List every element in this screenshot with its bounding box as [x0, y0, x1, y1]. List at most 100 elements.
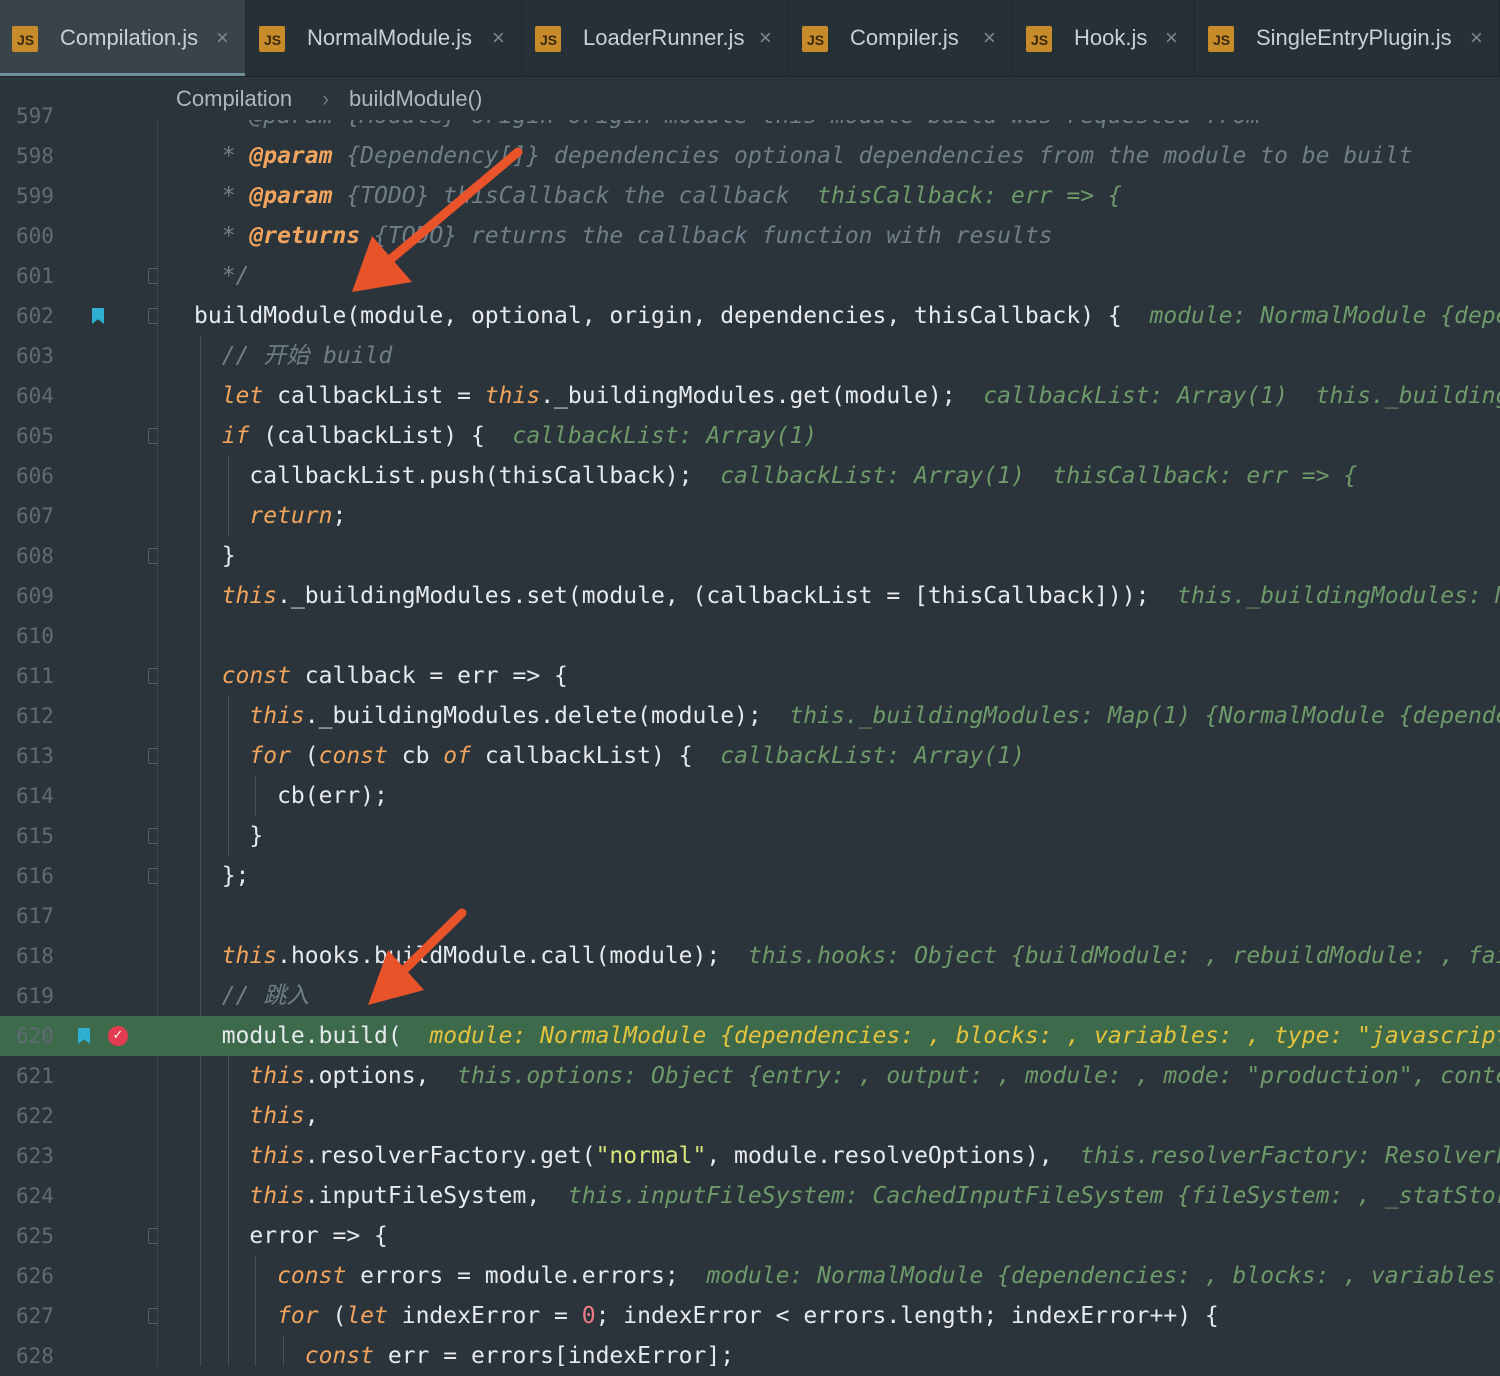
code-editor[interactable]: * @param {Module} origin origin module t… — [158, 120, 1500, 1366]
line-number[interactable]: 610 — [16, 616, 66, 656]
tab-label: Compiler.js — [850, 25, 959, 50]
line-number[interactable]: 617 — [16, 896, 66, 936]
code-token: callback = err => { — [290, 663, 568, 689]
line-number[interactable]: 622 — [16, 1096, 66, 1136]
line-number[interactable]: 604 — [16, 376, 66, 416]
line-number[interactable]: 619 — [16, 976, 66, 1016]
breadcrumb-class[interactable]: Compilation — [176, 86, 292, 112]
code-line[interactable]: this._buildingModules.set(module, (callb… — [194, 576, 1500, 616]
line-number[interactable]: 616 — [16, 856, 66, 896]
breakpoint-icon[interactable]: ✓ — [108, 1026, 128, 1046]
code-line[interactable]: }; — [194, 856, 1500, 896]
line-number[interactable]: 600 — [16, 216, 66, 256]
code-line[interactable]: const errors = module.errors; module: No… — [194, 1256, 1500, 1296]
code-line[interactable]: * @returns {TODO} returns the callback f… — [194, 216, 1500, 256]
line-number[interactable]: 613 — [16, 736, 66, 776]
tab-compilation-js[interactable]: JS Compilation.js × — [0, 0, 246, 76]
tab-normalmodule-js[interactable]: JS NormalModule.js × — [247, 0, 522, 76]
line-number[interactable]: 628 — [16, 1336, 66, 1376]
inline-value-hint: this.inputFileSystem: CachedInputFileSys… — [567, 1183, 1500, 1209]
line-number[interactable]: 605 — [16, 416, 66, 456]
code-line[interactable]: callbackList.push(thisCallback); callbac… — [194, 456, 1500, 496]
bookmark-icon[interactable] — [92, 308, 104, 324]
line-number[interactable]: 623 — [16, 1136, 66, 1176]
line-number[interactable]: 625 — [16, 1216, 66, 1256]
code-token: callbackList.push(thisCallback); — [194, 463, 721, 489]
line-number[interactable]: 606 — [16, 456, 66, 496]
code-line[interactable]: for (let indexError = 0; indexError < er… — [194, 1296, 1500, 1336]
line-number[interactable]: 607 — [16, 496, 66, 536]
line-number[interactable]: 615 — [16, 816, 66, 856]
tab-loaderrunner-js[interactable]: JS LoaderRunner.js × — [523, 0, 789, 76]
inline-value-hint: this._buildingModules: Map(1) {NormalMod… — [789, 703, 1500, 729]
line-number[interactable]: 599 — [16, 176, 66, 216]
code-line[interactable]: const err = errors[indexError]; — [194, 1336, 1500, 1366]
code-line[interactable]: // 跳入 — [194, 976, 1500, 1016]
line-number[interactable]: 597 — [16, 96, 66, 136]
line-number[interactable]: 612 — [16, 696, 66, 736]
code-token: const — [194, 1343, 375, 1366]
tab-singleentryplugin-js[interactable]: JS SingleEntryPlugin.js × — [1196, 0, 1500, 76]
line-number[interactable]: 601 — [16, 256, 66, 296]
close-tab-icon[interactable]: × — [216, 25, 229, 51]
tab-hook-js[interactable]: JS Hook.js × — [1014, 0, 1195, 76]
code-line[interactable]: let callbackList = this._buildingModules… — [194, 376, 1500, 416]
line-number[interactable]: 603 — [16, 336, 66, 376]
code-line[interactable]: // 开始 build — [194, 336, 1500, 376]
code-line[interactable]: cb(err); — [194, 776, 1500, 816]
code-token: {TODO} returns the callback function wit… — [360, 223, 1053, 249]
code-token: cb — [387, 743, 444, 769]
line-number[interactable]: 627 — [16, 1296, 66, 1336]
close-tab-icon[interactable]: × — [492, 25, 505, 51]
line-number[interactable]: 620 — [16, 1016, 66, 1056]
line-number[interactable]: 598 — [16, 136, 66, 176]
code-line[interactable]: const callback = err => { — [194, 656, 1500, 696]
code-line[interactable]: return; — [194, 496, 1500, 536]
tab-label: SingleEntryPlugin.js — [1256, 25, 1452, 50]
editor-gutter[interactable]: 597 598 599 600 601 602 603 604 605 606 607 608 609 6… — [0, 104, 1500, 1368]
code-line[interactable]: this.hooks.buildModule.call(module); thi… — [194, 936, 1500, 976]
code-line[interactable]: buildModule(module, optional, origin, de… — [194, 296, 1500, 336]
code-line[interactable]: this.resolverFactory.get("normal", modul… — [194, 1136, 1500, 1176]
close-tab-icon[interactable]: × — [1165, 25, 1178, 51]
code-token: */ — [194, 263, 250, 289]
inline-value-hint: module: NormalModule {dependencies — [1149, 303, 1500, 329]
line-number[interactable]: 621 — [16, 1056, 66, 1096]
code-token: this — [194, 703, 305, 729]
line-number[interactable]: 624 — [16, 1176, 66, 1216]
code-line[interactable]: error => { — [194, 1216, 1500, 1256]
line-number[interactable]: 608 — [16, 536, 66, 576]
code-line[interactable]: * @param {Module} origin origin module t… — [194, 120, 1500, 136]
line-number[interactable]: 611 — [16, 656, 66, 696]
code-token: indexError = — [387, 1303, 582, 1329]
line-number[interactable]: 602 — [16, 296, 66, 336]
code-token: of — [443, 743, 471, 769]
code-token: buildModule(module, optional, origin, de… — [194, 303, 1150, 329]
line-number[interactable]: 626 — [16, 1256, 66, 1296]
line-number[interactable]: 618 — [16, 936, 66, 976]
line-number[interactable]: 609 — [16, 576, 66, 616]
code-line[interactable] — [194, 616, 1500, 656]
breadcrumb: Compilation › buildModule() — [0, 77, 1500, 120]
close-tab-icon[interactable]: × — [983, 25, 996, 51]
inline-value-hint: callbackList: Array(1) thisCallback: err… — [720, 463, 1358, 489]
code-line[interactable]: module.build( module: NormalModule {depe… — [194, 1016, 1500, 1056]
code-line[interactable]: this._buildingModules.delete(module); th… — [194, 696, 1500, 736]
code-line[interactable]: for (const cb of callbackList) { callbac… — [194, 736, 1500, 776]
code-line[interactable]: */ — [194, 256, 1500, 296]
code-line[interactable]: * @param {Dependency[]} dependencies opt… — [194, 136, 1500, 176]
code-line[interactable]: } — [194, 816, 1500, 856]
code-line[interactable] — [194, 896, 1500, 936]
close-tab-icon[interactable]: × — [1470, 25, 1483, 51]
tab-compiler-js[interactable]: JS Compiler.js × — [790, 0, 1013, 76]
code-token: ( — [318, 1303, 347, 1329]
breadcrumb-method[interactable]: buildModule() — [349, 86, 482, 112]
code-line[interactable]: if (callbackList) { callbackList: Array(… — [194, 416, 1500, 456]
close-tab-icon[interactable]: × — [759, 25, 772, 51]
code-line[interactable]: this, — [194, 1096, 1500, 1136]
code-line[interactable]: * @param {TODO} thisCallback the callbac… — [194, 176, 1500, 216]
code-line[interactable]: this.inputFileSystem, this.inputFileSyst… — [194, 1176, 1500, 1216]
line-number[interactable]: 614 — [16, 776, 66, 816]
code-line[interactable]: } — [194, 536, 1500, 576]
code-line[interactable]: this.options, this.options: Object {entr… — [194, 1056, 1500, 1096]
